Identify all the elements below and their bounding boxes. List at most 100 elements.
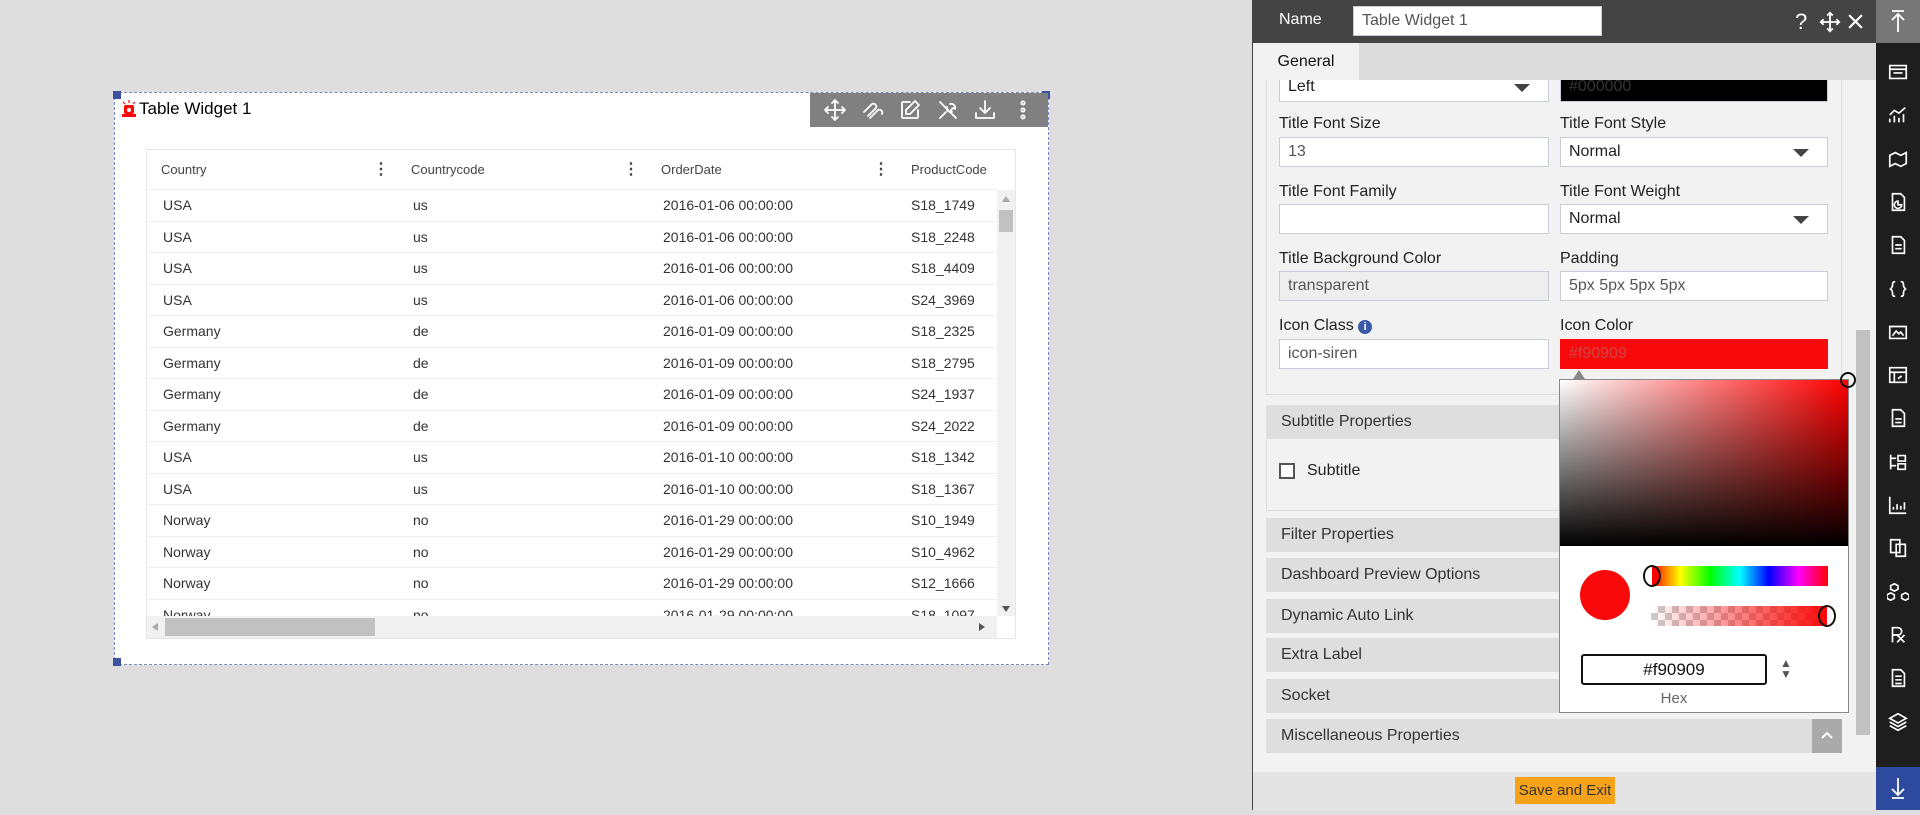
table-row[interactable]: Germany de 2016-01-09 00:00:00 S18_2325 (147, 316, 997, 348)
document-icon[interactable] (1885, 232, 1911, 258)
table-row[interactable]: USA us 2016-01-06 00:00:00 S18_4409 (147, 253, 997, 285)
hue-handle[interactable] (1643, 565, 1661, 587)
table-body: USA us 2016-01-06 00:00:00 S18_1749 USA us 201… (147, 190, 997, 616)
move-icon[interactable] (1819, 11, 1841, 33)
name-input[interactable] (1353, 6, 1602, 36)
table-icon[interactable] (1885, 59, 1911, 85)
save-and-exit-button[interactable]: Save and Exit (1515, 777, 1615, 804)
table-row[interactable]: Germany de 2016-01-09 00:00:00 S24_1937 (147, 379, 997, 411)
scroll-down-icon[interactable] (1002, 606, 1010, 612)
scroll-bottom-button[interactable] (1876, 767, 1920, 810)
image-icon[interactable] (1885, 319, 1911, 345)
calendar-icon[interactable] (1885, 362, 1911, 388)
table-cell: Germany (163, 354, 221, 371)
table-cell: 2016-01-29 00:00:00 (663, 543, 793, 560)
scroll-right-icon[interactable] (979, 623, 985, 631)
alpha-handle[interactable] (1818, 605, 1836, 627)
table-row[interactable]: Norway no 2016-01-29 00:00:00 S10_4962 (147, 537, 997, 568)
more-vertical-icon[interactable] (1011, 98, 1035, 122)
table-row[interactable]: Germany de 2016-01-09 00:00:00 S24_2022 (147, 411, 997, 442)
scroll-up-icon[interactable] (1002, 196, 1010, 202)
cubes-icon[interactable] (1885, 579, 1911, 605)
table-cell: USA (163, 228, 192, 245)
download-icon[interactable] (973, 98, 997, 122)
column-header-orderdate[interactable]: OrderDate ⋮ (647, 150, 897, 189)
column-header-country[interactable]: Country ⋮ (147, 150, 397, 189)
saturation-handle[interactable] (1840, 372, 1856, 388)
title-color-input[interactable]: #000000 (1560, 80, 1828, 102)
scrollbar-thumb[interactable] (165, 618, 375, 636)
info-icon[interactable]: i (1358, 320, 1373, 334)
copy-icon[interactable] (1885, 535, 1911, 561)
title-font-size-input[interactable]: 13 (1279, 137, 1549, 167)
help-icon[interactable]: ? (1795, 9, 1807, 35)
subtitle-checkbox[interactable] (1279, 463, 1295, 479)
title-bg-label: Title Background Color (1279, 250, 1442, 267)
map-icon[interactable] (1885, 146, 1911, 172)
horizontal-scrollbar[interactable] (147, 616, 997, 638)
table-widget[interactable]: Table Widget 1 Country ⋮ Countrycode ⋮ Ord… (113, 91, 1050, 666)
column-header-productcode[interactable]: ProductCode (897, 150, 1015, 189)
close-icon[interactable] (1847, 13, 1864, 30)
table-cell: 2016-01-09 00:00:00 (663, 323, 793, 339)
table-cell: S24_3969 (911, 291, 975, 308)
chart-icon[interactable] (1885, 102, 1911, 128)
panel-tabs: General (1253, 43, 1877, 80)
table-cell: 2016-01-06 00:00:00 (663, 228, 793, 245)
tab-general[interactable]: General (1253, 43, 1359, 80)
scroll-top-button[interactable] (1876, 0, 1920, 43)
table-row[interactable]: USA us 2016-01-06 00:00:00 S18_1749 (147, 190, 997, 222)
format-toggle-icon[interactable]: ▲ ▼ (1780, 657, 1792, 680)
hex-input[interactable]: #f90909 (1581, 654, 1767, 685)
table-row[interactable]: USA us 2016-01-10 00:00:00 S18_1342 (147, 442, 997, 474)
bar-chart-icon[interactable] (1885, 492, 1911, 518)
table-row[interactable]: Germany de 2016-01-09 00:00:00 S18_2795 (147, 348, 997, 379)
table-row[interactable]: USA us 2016-01-10 00:00:00 S18_1367 (147, 474, 997, 505)
form-icon[interactable] (1885, 405, 1911, 431)
pie-report-icon[interactable] (1885, 189, 1911, 215)
column-menu-icon[interactable]: ⋮ (873, 150, 889, 190)
icon-color-label: Icon Color (1560, 317, 1633, 334)
saturation-area[interactable] (1560, 372, 1856, 546)
link-icon[interactable] (860, 98, 884, 122)
title-font-size-label: Title Font Size (1279, 115, 1381, 132)
icon-class-input[interactable]: icon-siren (1279, 339, 1549, 369)
resize-handle[interactable] (113, 658, 121, 666)
icon-color-input[interactable]: #f90909 (1560, 339, 1828, 369)
title-font-weight-select[interactable]: Normal (1560, 204, 1828, 234)
table-row[interactable]: USA us 2016-01-06 00:00:00 S24_3969 (147, 285, 997, 316)
scroll-left-icon[interactable] (152, 623, 158, 631)
table-row[interactable]: Norway no 2016-01-29 00:00:00 S12_1666 (147, 568, 997, 600)
code-braces-icon[interactable] (1885, 276, 1911, 302)
rx-icon[interactable] (1885, 622, 1911, 648)
column-header-countrycode[interactable]: Countrycode ⋮ (397, 150, 647, 189)
table-row[interactable]: Norway no 2016-01-29 00:00:00 S18_1097 (147, 600, 997, 617)
title-align-select[interactable]: Left (1279, 80, 1549, 102)
title-font-style-select[interactable]: Normal (1560, 137, 1828, 167)
tools-icon[interactable] (936, 98, 960, 122)
hue-slider[interactable] (1643, 565, 1828, 587)
column-menu-icon[interactable]: ⋮ (623, 150, 639, 190)
table-cell: 2016-01-10 00:00:00 (663, 449, 793, 465)
chevron-up-icon[interactable] (1812, 719, 1842, 753)
resize-handle[interactable] (113, 91, 121, 99)
table-row[interactable]: USA us 2016-01-06 00:00:00 S18_2248 (147, 222, 997, 253)
edit-icon[interactable] (898, 98, 922, 122)
layers-icon[interactable] (1885, 709, 1911, 735)
column-menu-icon[interactable]: ⋮ (373, 150, 389, 190)
scrollbar-thumb[interactable] (999, 210, 1013, 232)
alpha-slider[interactable] (1651, 605, 1836, 627)
icon-class-label: Icon Class i (1279, 317, 1373, 335)
padding-input[interactable]: 5px 5px 5px 5px (1560, 271, 1828, 301)
miscellaneous-properties-header[interactable]: Miscellaneous Properties (1266, 719, 1842, 753)
tree-icon[interactable] (1885, 449, 1911, 475)
vertical-scrollbar[interactable] (997, 190, 1015, 616)
scroll-bottom-icon (1891, 778, 1905, 799)
title-bg-input[interactable]: transparent (1279, 271, 1549, 301)
table-cell: 2016-01-06 00:00:00 (663, 260, 793, 276)
table-row[interactable]: Norway no 2016-01-29 00:00:00 S10_1949 (147, 505, 997, 537)
panel-scrollbar-thumb[interactable] (1856, 330, 1870, 735)
list-doc-icon[interactable] (1885, 665, 1911, 691)
move-icon[interactable] (823, 98, 847, 122)
title-font-family-input[interactable] (1279, 204, 1549, 234)
